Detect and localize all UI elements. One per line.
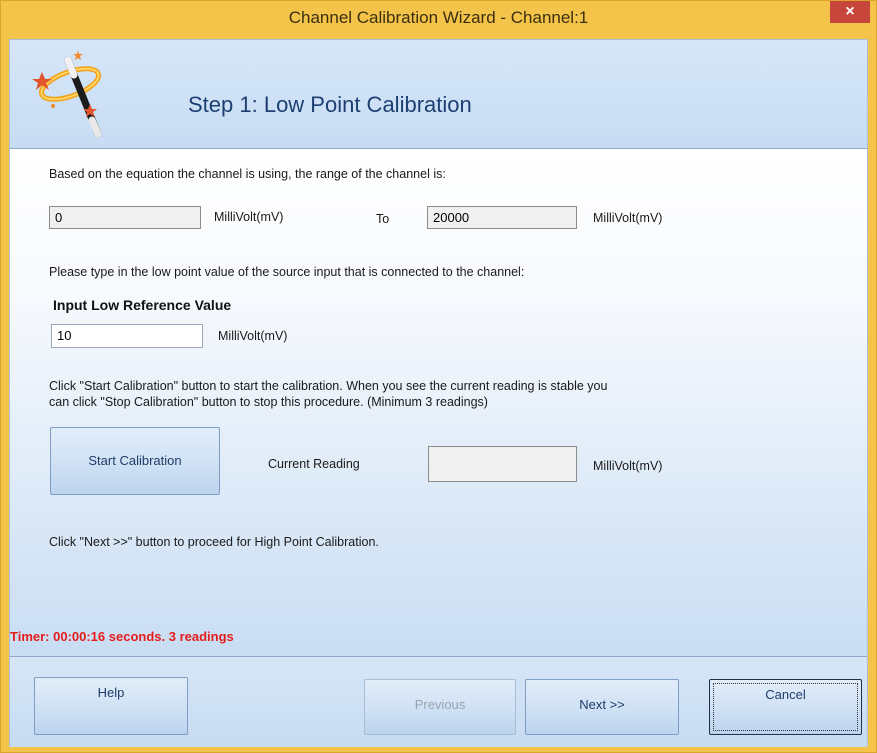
window-title: Channel Calibration Wizard - Channel:1 xyxy=(288,8,589,27)
low-reference-input[interactable]: 10 xyxy=(51,324,203,348)
title-bar: Channel Calibration Wizard - Channel:1 × xyxy=(1,1,876,35)
low-point-instruction: Please type in the low point value of th… xyxy=(49,265,525,279)
low-reference-unit: MilliVolt(mV) xyxy=(218,329,288,343)
previous-button[interactable]: Previous xyxy=(364,679,516,735)
start-calibration-button[interactable]: Start Calibration xyxy=(50,427,220,495)
range-high-field: 20000 xyxy=(427,206,577,229)
range-low-unit: MilliVolt(mV) xyxy=(214,210,284,224)
range-low-field: 0 xyxy=(49,206,201,229)
next-hint-text: Click "Next >>" button to proceed for Hi… xyxy=(49,535,379,549)
close-button[interactable]: × xyxy=(830,1,870,23)
wizard-window: Channel Calibration Wizard - Channel:1 ×… xyxy=(0,0,877,753)
wizard-body: Based on the equation the channel is usi… xyxy=(10,149,867,655)
current-reading-unit: MilliVolt(mV) xyxy=(593,459,663,473)
wizard-header: Step 1: Low Point Calibration xyxy=(10,40,867,149)
calibration-instruction-line2: can click "Stop Calibration" button to s… xyxy=(49,395,488,409)
range-to-label: To xyxy=(376,212,390,226)
range-high-unit: MilliVolt(mV) xyxy=(593,211,663,225)
current-reading-field xyxy=(428,446,577,482)
help-button[interactable]: Help xyxy=(34,677,188,735)
cancel-focus-outline xyxy=(713,683,858,731)
calibration-instruction-line1: Click "Start Calibration" button to star… xyxy=(49,379,608,393)
wizard-footer: Help Previous Next >> Cancel xyxy=(10,656,867,747)
step-title: Step 1: Low Point Calibration xyxy=(188,92,472,117)
range-intro-text: Based on the equation the channel is usi… xyxy=(49,167,446,181)
current-reading-label: Current Reading xyxy=(268,457,360,471)
next-button[interactable]: Next >> xyxy=(525,679,679,735)
cancel-button[interactable]: Cancel xyxy=(709,679,862,735)
timer-status: Timer: 00:00:16 seconds. 3 readings xyxy=(10,629,234,644)
wizard-client-area: Step 1: Low Point Calibration Based on t… xyxy=(9,39,868,747)
low-reference-heading: Input Low Reference Value xyxy=(53,297,232,313)
magic-wand-icon xyxy=(32,50,102,138)
